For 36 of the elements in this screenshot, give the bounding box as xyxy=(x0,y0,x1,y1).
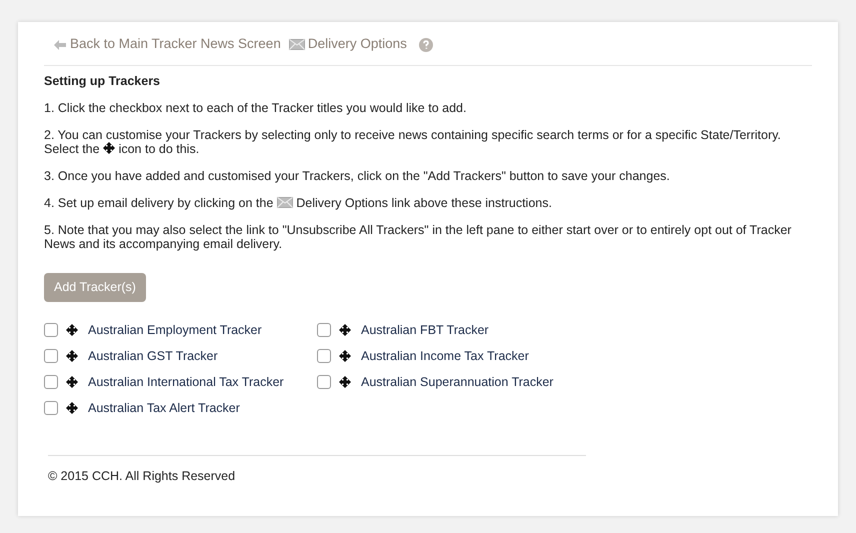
tracker-label: Australian International Tax Tracker xyxy=(88,374,284,391)
back-link[interactable]: Back to Main Tracker News Screen xyxy=(54,34,281,55)
tracker-label: Australian Superannuation Tracker xyxy=(361,374,554,391)
checkbox[interactable] xyxy=(44,401,58,416)
section-heading: Setting up Trackers xyxy=(44,73,162,90)
help-icon[interactable] xyxy=(418,38,433,52)
tracker-label: Australian Tax Alert Tracker xyxy=(88,400,240,417)
tracker-label: Australian FBT Tracker xyxy=(361,322,489,339)
instruction-text: 4. Set up email delivery by clicking on the Delivery Options link above these instructions. xyxy=(44,196,553,210)
move-icon xyxy=(66,350,78,362)
move-icon xyxy=(339,376,351,388)
checkbox[interactable] xyxy=(44,349,58,364)
tracker-label: Australian Income Tax Tracker xyxy=(361,348,529,365)
checkbox[interactable] xyxy=(317,323,331,338)
move-icon xyxy=(339,350,351,362)
checkbox[interactable] xyxy=(317,349,331,364)
left-arrow-icon xyxy=(54,40,66,50)
instruction-text: 1. Click the checkbox next to each of the Tracker titles you would like to add. xyxy=(44,100,468,115)
instruction-text: 3. Once you have added and customised your Trackers, click on the "Add Trackers" button to save your changes. xyxy=(44,168,671,183)
envelope-icon xyxy=(276,196,293,208)
move-icon xyxy=(66,376,78,388)
envelope-icon xyxy=(288,39,305,50)
checkbox[interactable] xyxy=(44,375,58,390)
move-icon xyxy=(66,402,78,414)
delivery-options-link[interactable]: Delivery Options xyxy=(288,34,407,55)
move-icon xyxy=(66,324,78,336)
copyright-text: © 2015 CCH. All Rights Reserved xyxy=(48,468,236,485)
move-icon xyxy=(339,324,351,336)
tracker-label: Australian Employment Tracker xyxy=(88,322,262,339)
checkbox[interactable] xyxy=(317,375,331,390)
checkbox[interactable] xyxy=(44,323,58,338)
move-icon xyxy=(103,142,116,154)
instruction-text: 5. Note that you may also select the link to "Unsubscribe All Trackers" in the left pane to either start over or to entirely opt out of Tracker News and its accompanying email delivery. xyxy=(44,222,792,251)
add-trackers-button[interactable]: Add Tracker(s) xyxy=(44,272,146,302)
tracker-label: Australian GST Tracker xyxy=(88,348,218,365)
instruction-text: 2. You can customise your Trackers by selecting only to receive news containing specific search terms or for a specific State/Territory. Select the icon to do this. xyxy=(44,128,782,156)
